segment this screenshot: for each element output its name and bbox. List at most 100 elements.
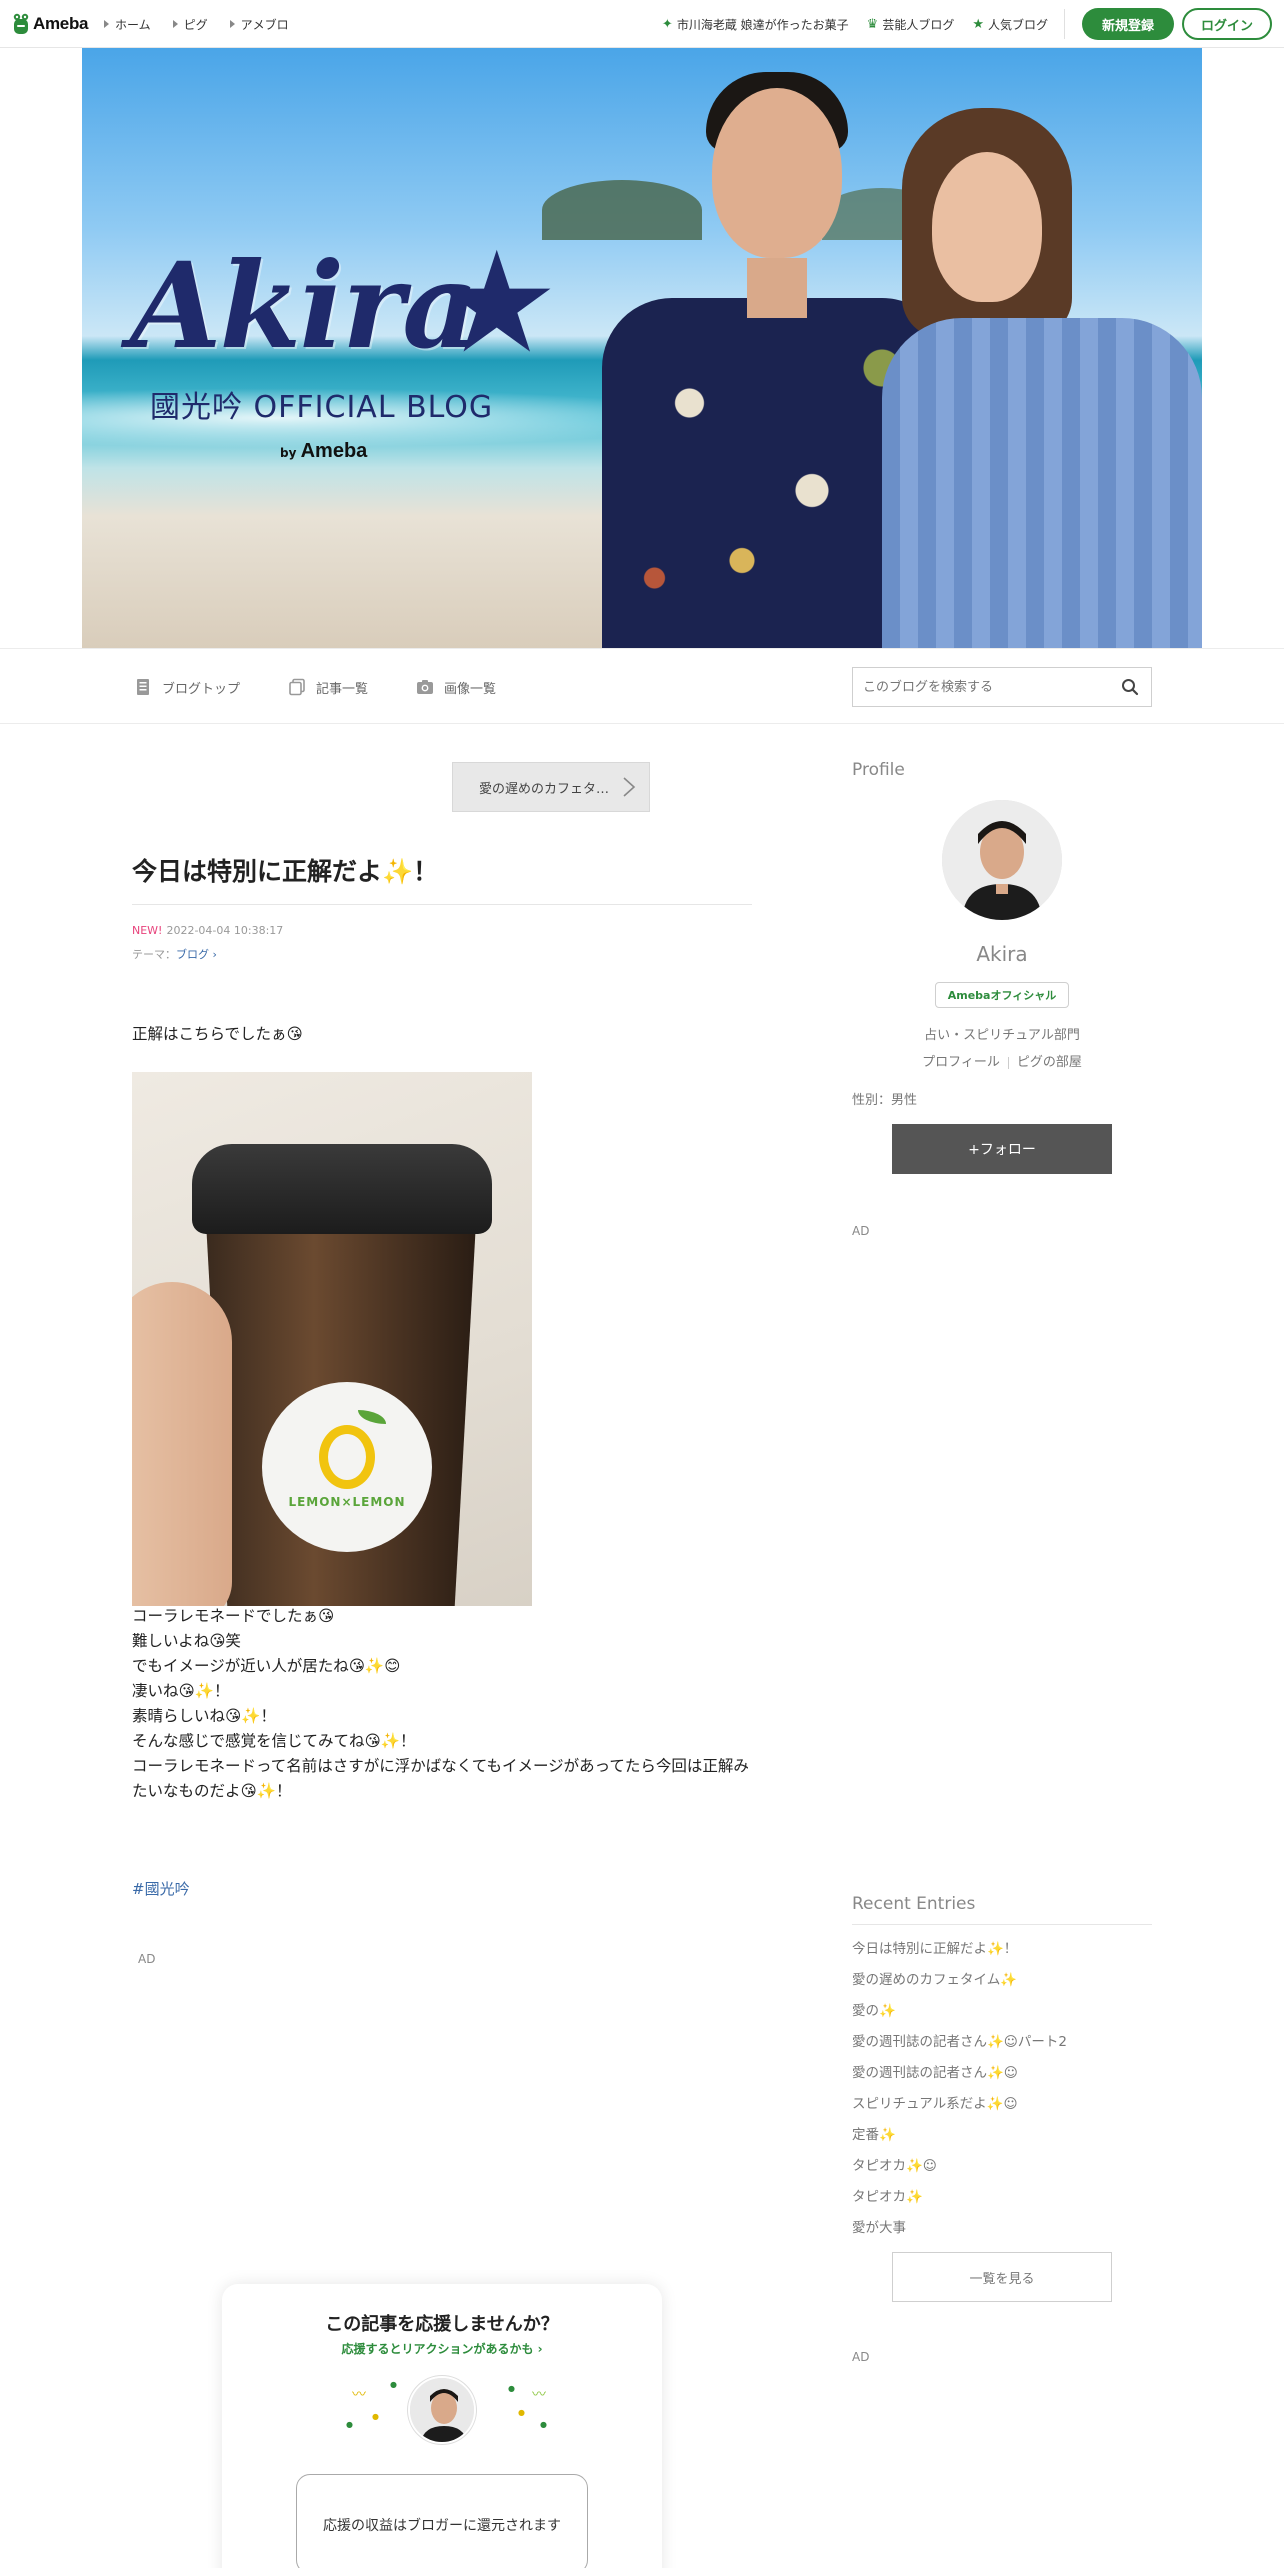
profile-category[interactable]: 占い・スピリチュアル部門 — [852, 1024, 1152, 1043]
profile-links: プロフィール ピグの部屋 — [852, 1051, 1152, 1070]
link-ebizo-sweets[interactable]: ✦ 市川海老蔵 娘達が作ったお菓子 — [662, 16, 849, 33]
confetti-icon: 〰 — [532, 2387, 546, 2403]
profile-avatar[interactable] — [942, 800, 1062, 920]
support-heading: この記事を応援しませんか？ — [325, 2314, 559, 2335]
frog-logo-icon — [12, 12, 30, 36]
chevron-right-icon — [621, 777, 637, 797]
confetti-icon: ● — [346, 2420, 353, 2429]
recent-entry[interactable]: 愛の週刊誌の記者さん✨☺ — [852, 2062, 1152, 2093]
woman-dress — [882, 318, 1202, 648]
triangle-icon — [172, 20, 178, 28]
hashtag-link[interactable]: #國光吟 — [132, 1878, 190, 1899]
entry-line: そんな感じで感覚を信じてみてね😘✨！ — [132, 1732, 416, 1750]
lemon-logo: LEMON×LEMON — [262, 1382, 432, 1552]
ad-label: AD — [852, 2350, 870, 2364]
blog-nav-items: ブログトップ 記事一覧 画像一覧 — [134, 649, 496, 725]
link-divider — [1007, 1056, 1009, 1069]
global-header: Ameba ホーム ピグ アメブロ ✦ 市川海老蔵 娘達が作ったお菓子 ♛ 芸能人ブ… — [0, 0, 1284, 48]
recent-entry[interactable]: 愛の週刊誌の記者さん✨☺パート2 — [852, 2031, 1152, 2062]
crown-icon: ♛ — [866, 16, 879, 32]
recent-entry[interactable]: 今日は特別に正解だよ✨！ — [852, 1938, 1152, 1969]
entry-photo[interactable]: LEMON×LEMON — [132, 1072, 532, 1606]
lemon-icon — [319, 1410, 386, 1489]
man-neck — [747, 258, 807, 318]
header-divider — [1064, 9, 1065, 39]
official-badge: Amebaオフィシャル — [935, 982, 1069, 1008]
entry-line: コーラレモネードでしたぁ😘 — [132, 1607, 335, 1625]
support-avatar — [408, 2376, 476, 2444]
link-popular-label: 人気ブログ — [987, 17, 1048, 32]
recent-entry[interactable]: 定番✨ — [852, 2124, 1152, 2155]
lemon-logo-text: LEMON×LEMON — [288, 1495, 406, 1509]
island-shape — [542, 180, 702, 240]
confetti-icon: ● — [540, 2420, 547, 2429]
star-icon: ★ — [972, 16, 984, 32]
link-popular-blog[interactable]: ★ 人気ブログ — [972, 16, 1048, 33]
login-button[interactable]: ログイン — [1182, 8, 1272, 40]
confetti-icon: ● — [372, 2412, 379, 2421]
ad-label: AD — [852, 1224, 870, 1238]
recent-entry[interactable]: タピオカ✨☺ — [852, 2155, 1152, 2186]
hand — [132, 1282, 232, 1606]
theme-link[interactable]: ブログ › — [176, 948, 217, 961]
previous-entry-button[interactable]: 愛の遅めのカフェタ… — [452, 762, 650, 812]
blog-top-link[interactable]: ブログトップ — [134, 678, 240, 697]
entry-intro: 正解はこちらでしたぁ😘 — [132, 1025, 303, 1043]
man-face — [712, 88, 842, 258]
triangle-icon — [104, 20, 109, 28]
header-right: ✦ 市川海老蔵 娘達が作ったお菓子 ♛ 芸能人ブログ ★ 人気ブログ 新規登録 ログイ… — [662, 0, 1272, 48]
entry-datetime: 2022-04-04 10:38:17 — [166, 924, 284, 937]
theme-label: テーマ： — [132, 948, 176, 961]
image-list-link[interactable]: 画像一覧 — [416, 678, 496, 697]
document-icon — [134, 678, 152, 696]
ameba-logo[interactable]: Ameba — [12, 11, 88, 37]
recent-entry[interactable]: 愛の遅めのカフェタイム✨ — [852, 1969, 1152, 2000]
nav-home[interactable]: ホーム — [104, 16, 151, 33]
signup-button[interactable]: 新規登録 — [1082, 8, 1174, 40]
support-info-box[interactable]: 応援の収益はブロガーに還元されます — [296, 2474, 588, 2568]
nav-pig-label: ピグ — [183, 17, 208, 32]
recent-entry[interactable]: スピリチュアル系だよ✨☺ — [852, 2093, 1152, 2124]
link-celebrity-blog[interactable]: ♛ 芸能人ブログ — [867, 16, 955, 33]
banner-byline: by Ameba — [280, 440, 367, 463]
view-all-button[interactable]: 一覧を見る — [892, 2252, 1112, 2302]
confetti-icon: ● — [508, 2384, 515, 2393]
link-celebrity-label: 芸能人ブログ — [882, 17, 955, 32]
follow-button[interactable]: +フォロー — [892, 1124, 1112, 1174]
pig-room-link[interactable]: ピグの部屋 — [1017, 1055, 1082, 1070]
recent-entry[interactable]: タピオカ✨ — [852, 2186, 1152, 2217]
blog-search — [852, 667, 1152, 707]
blog-nav: ブログトップ 記事一覧 画像一覧 — [0, 648, 1284, 724]
entry-line: 素晴らしいね😘✨！ — [132, 1707, 276, 1725]
recent-entry[interactable]: 愛の✨ — [852, 2000, 1152, 2031]
support-card: この記事を応援しませんか？ 応援するとリアクションがあるかも › 〰 ● ● ●… — [222, 2284, 662, 2568]
support-link[interactable]: 応援するとリアクションがあるかも › — [222, 2340, 662, 2357]
recent-entries-title: Recent Entries — [852, 1894, 976, 1914]
profile-link[interactable]: プロフィール — [922, 1055, 1000, 1070]
previous-entry-label: 愛の遅めのカフェタ… — [479, 781, 610, 797]
entry-theme: テーマ：ブログ › — [132, 946, 217, 962]
entry-line: 難しいよね😘笑 — [132, 1632, 241, 1650]
cup-lid — [192, 1144, 492, 1234]
nav-pig[interactable]: ピグ — [172, 16, 208, 33]
banner-star-icon: ★ — [434, 222, 560, 385]
search-icon[interactable] — [1121, 678, 1139, 696]
entry-list-link[interactable]: 記事一覧 — [288, 678, 368, 697]
link-ebizo-label: 市川海老蔵 娘達が作ったお菓子 — [676, 17, 849, 32]
nav-ameblo-label: アメブロ — [240, 17, 289, 32]
blog-header-banner[interactable]: Akira ★ 國光吟 OFFICIAL BLOG by Ameba — [82, 48, 1202, 648]
copy-icon — [288, 678, 306, 696]
entry-line: コーラレモネードって名前はさすがに浮かばなくてもイメージがあってたら今回は正解み… — [132, 1757, 749, 1800]
blog-search-input[interactable] — [853, 668, 1093, 706]
global-nav: ホーム ピグ アメブロ — [104, 0, 289, 48]
nav-ameblo[interactable]: アメブロ — [229, 16, 289, 33]
confetti-icon: 〰 — [352, 2387, 366, 2403]
title-divider — [132, 904, 752, 905]
confetti-icon: ● — [390, 2380, 397, 2389]
camera-icon — [416, 678, 434, 696]
entry-line: でもイメージが近い人が居たね😘✨😊 — [132, 1657, 401, 1675]
leaf-icon — [358, 1410, 386, 1424]
profile-gender: 性別：男性 — [852, 1093, 918, 1108]
recent-entry[interactable]: 愛が大事 — [852, 2217, 1152, 2248]
entry-body: コーラレモネードでしたぁ😘 難しいよね😘笑 でもイメージが近い人が居たね😘✨😊 … — [132, 1604, 752, 1804]
